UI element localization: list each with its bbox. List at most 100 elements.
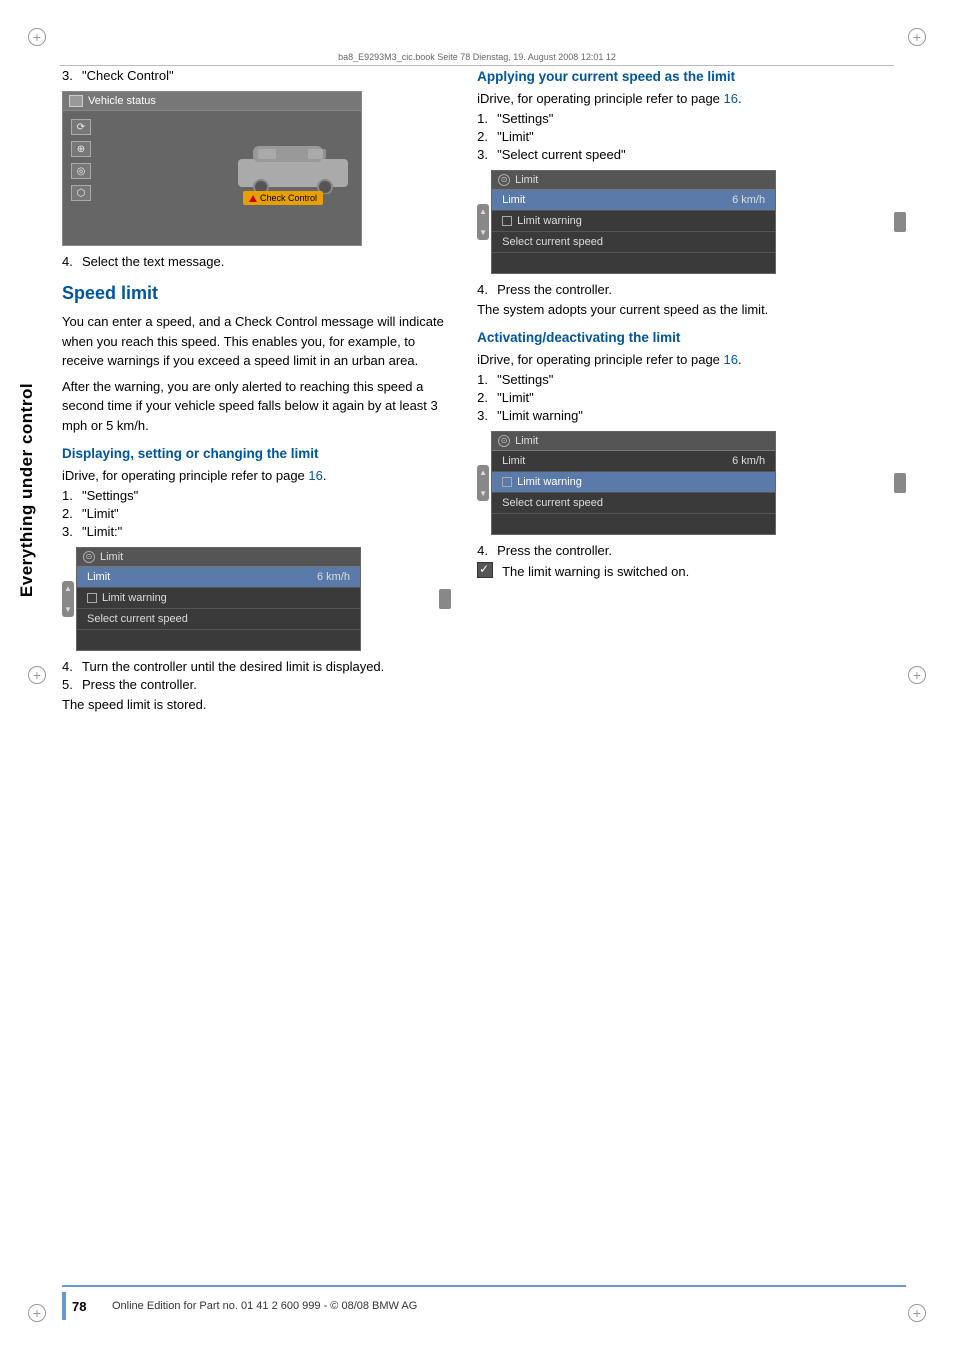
limit-row-3-3: Select current speed [492, 493, 775, 514]
limit-screen-2-wrapper: ▲ ▼ ⊙ Limit Limit 6 km/h Li [477, 170, 906, 274]
vs-icon-2: ⊕ [71, 141, 91, 157]
corner-mark-mr [908, 666, 926, 684]
limit-screen-1-wrapper: ▲ ▼ ⊙ Limit Limit 6 km/h [62, 547, 451, 651]
limit-title-icon-1: ⊙ [83, 551, 95, 563]
limit-titlebar-text-3: Limit [515, 435, 538, 447]
r-result-text: The system adopts your current speed as … [477, 300, 906, 320]
limit-title-icon-3: ⊙ [498, 435, 510, 447]
idrive-link-3[interactable]: 16 [724, 352, 738, 367]
corner-mark-tr [908, 28, 926, 46]
vs-icons-col: ⟳ ⊕ ◎ ⬡ [71, 119, 91, 201]
step-num-4b: 4. [62, 659, 78, 674]
limit-screen-3: ⊙ Limit Limit 6 km/h Limit warning [491, 431, 776, 535]
vs-icon-1: ⟳ [71, 119, 91, 135]
sidebar-label: Everything under control [0, 140, 55, 840]
a-result-note: The limit warning is switched on. [477, 562, 906, 588]
speed-limit-title: Speed limit [62, 283, 451, 304]
limit-titlebar-2: ⊙ Limit [492, 171, 775, 190]
a-result-text: The limit warning is switched on. [502, 562, 689, 582]
a-step-1: 1. "Settings" [477, 372, 906, 387]
vs-titlebar-icon [69, 95, 83, 107]
page-number: 78 [72, 1299, 102, 1314]
limit-row-2-3: Select current speed [492, 232, 775, 253]
step-5: 5. Press the controller. [62, 677, 451, 692]
step-text-5: Press the controller. [82, 677, 197, 692]
checkmark-icon [477, 562, 493, 578]
right-controller-2 [894, 212, 906, 232]
limit-screen-1: ⊙ Limit Limit 6 km/h Limit warning [76, 547, 361, 651]
step-3-check-control: 3. "Check Control" [62, 68, 451, 83]
corner-mark-bl [28, 1304, 46, 1322]
display-step-3: 3. "Limit:" [62, 524, 451, 539]
limit-titlebar-3: ⊙ Limit [492, 432, 775, 451]
display-step-text-2: "Limit" [82, 506, 119, 521]
footnote-text: Online Edition for Part no. 01 41 2 600 … [112, 1300, 417, 1312]
step-num-3: 3. [62, 68, 78, 83]
idrive-note-3: iDrive, for operating principle refer to… [477, 352, 906, 367]
limit-title-icon-2: ⊙ [498, 174, 510, 186]
limit-row-3-1: Limit 6 km/h [492, 451, 775, 472]
step-num-4: 4. [62, 254, 78, 269]
vs-titlebar-text: Vehicle status [88, 95, 156, 107]
right-controller-3 [894, 473, 906, 493]
vs-icon-4: ⬡ [71, 185, 91, 201]
checkbox-3-2 [502, 477, 512, 487]
display-step-num-2: 2. [62, 506, 78, 521]
left-column: 3. "Check Control" Vehicle status ⟳ [62, 68, 467, 720]
step-text-4b: Turn the controller until the desired li… [82, 659, 384, 674]
display-step-1: 1. "Settings" [62, 488, 451, 503]
vs-car-area: Check Control [99, 119, 353, 201]
r-step-4: 4. Press the controller. [477, 282, 906, 297]
header-file-info: ba8_E9293M3_cic.book Seite 78 Dienstag, … [60, 52, 894, 62]
step-4b: 4. Turn the controller until the desired… [62, 659, 451, 674]
speed-limit-body2: After the warning, you are only alerted … [62, 377, 451, 436]
step-text-3: "Check Control" [82, 68, 174, 83]
vs-body: ⟳ ⊕ ◎ ⬡ [63, 111, 361, 209]
blue-bar [62, 1292, 66, 1320]
left-controller-1: ▲ ▼ [62, 581, 74, 617]
activating-heading: Activating/deactivating the limit [477, 329, 906, 347]
idrive-link-2[interactable]: 16 [724, 91, 738, 106]
a-step-4: 4. Press the controller. [477, 543, 906, 558]
limit-row-1-1: Limit 6 km/h [77, 567, 360, 588]
idrive-link-1[interactable]: 16 [308, 468, 322, 483]
limit-screen-3-wrapper: ▲ ▼ ⊙ Limit Limit 6 km/h Li [477, 431, 906, 535]
applying-heading: Applying your current speed as the limit [477, 68, 906, 86]
idrive-note-2: iDrive, for operating principle refer to… [477, 91, 906, 106]
top-divider [60, 65, 894, 66]
limit-row-1-2: Limit warning [77, 588, 360, 609]
warning-triangle [249, 195, 257, 202]
step-4-select-text: 4. Select the text message. [62, 254, 451, 269]
display-step-2: 2. "Limit" [62, 506, 451, 521]
page-num-area: 78 [62, 1292, 102, 1320]
right-controller-1 [439, 589, 451, 609]
corner-mark-tl [28, 28, 46, 46]
speed-limit-body1: You can enter a speed, and a Check Contr… [62, 312, 451, 371]
content-columns: 3. "Check Control" Vehicle status ⟳ [62, 68, 906, 720]
idrive-note-1: iDrive, for operating principle refer to… [62, 468, 451, 483]
limit-screen-1-footer [77, 630, 360, 650]
step-num-5: 5. [62, 677, 78, 692]
limit-titlebar-1: ⊙ Limit [77, 548, 360, 567]
limit-row-1-3: Select current speed [77, 609, 360, 630]
limit-screen-2-footer [492, 253, 775, 273]
check-control-badge: Check Control [243, 191, 323, 205]
limit-titlebar-text-2: Limit [515, 174, 538, 186]
limit-row-3-2: Limit warning [492, 472, 775, 493]
main-content: 3. "Check Control" Vehicle status ⟳ [62, 68, 906, 1290]
right-column: Applying your current speed as the limit… [467, 68, 906, 720]
limit-screen-2: ⊙ Limit Limit 6 km/h Limit warning [491, 170, 776, 274]
step-text-4: Select the text message. [82, 254, 224, 269]
vs-titlebar: Vehicle status [63, 92, 361, 111]
a-step-2: 2. "Limit" [477, 390, 906, 405]
car-silhouette-svg [233, 134, 353, 194]
checkbox-2-2 [502, 216, 512, 226]
display-step-text-3: "Limit:" [82, 524, 122, 539]
a-step-3: 3. "Limit warning" [477, 408, 906, 423]
display-step-num-1: 1. [62, 488, 78, 503]
r-step-3: 3. "Select current speed" [477, 147, 906, 162]
limit-speed-1: 6 km/h [317, 571, 350, 583]
display-step-text-1: "Settings" [82, 488, 138, 503]
footnote-bar: 78 Online Edition for Part no. 01 41 2 6… [62, 1285, 906, 1320]
checkbox-1-2 [87, 593, 97, 603]
